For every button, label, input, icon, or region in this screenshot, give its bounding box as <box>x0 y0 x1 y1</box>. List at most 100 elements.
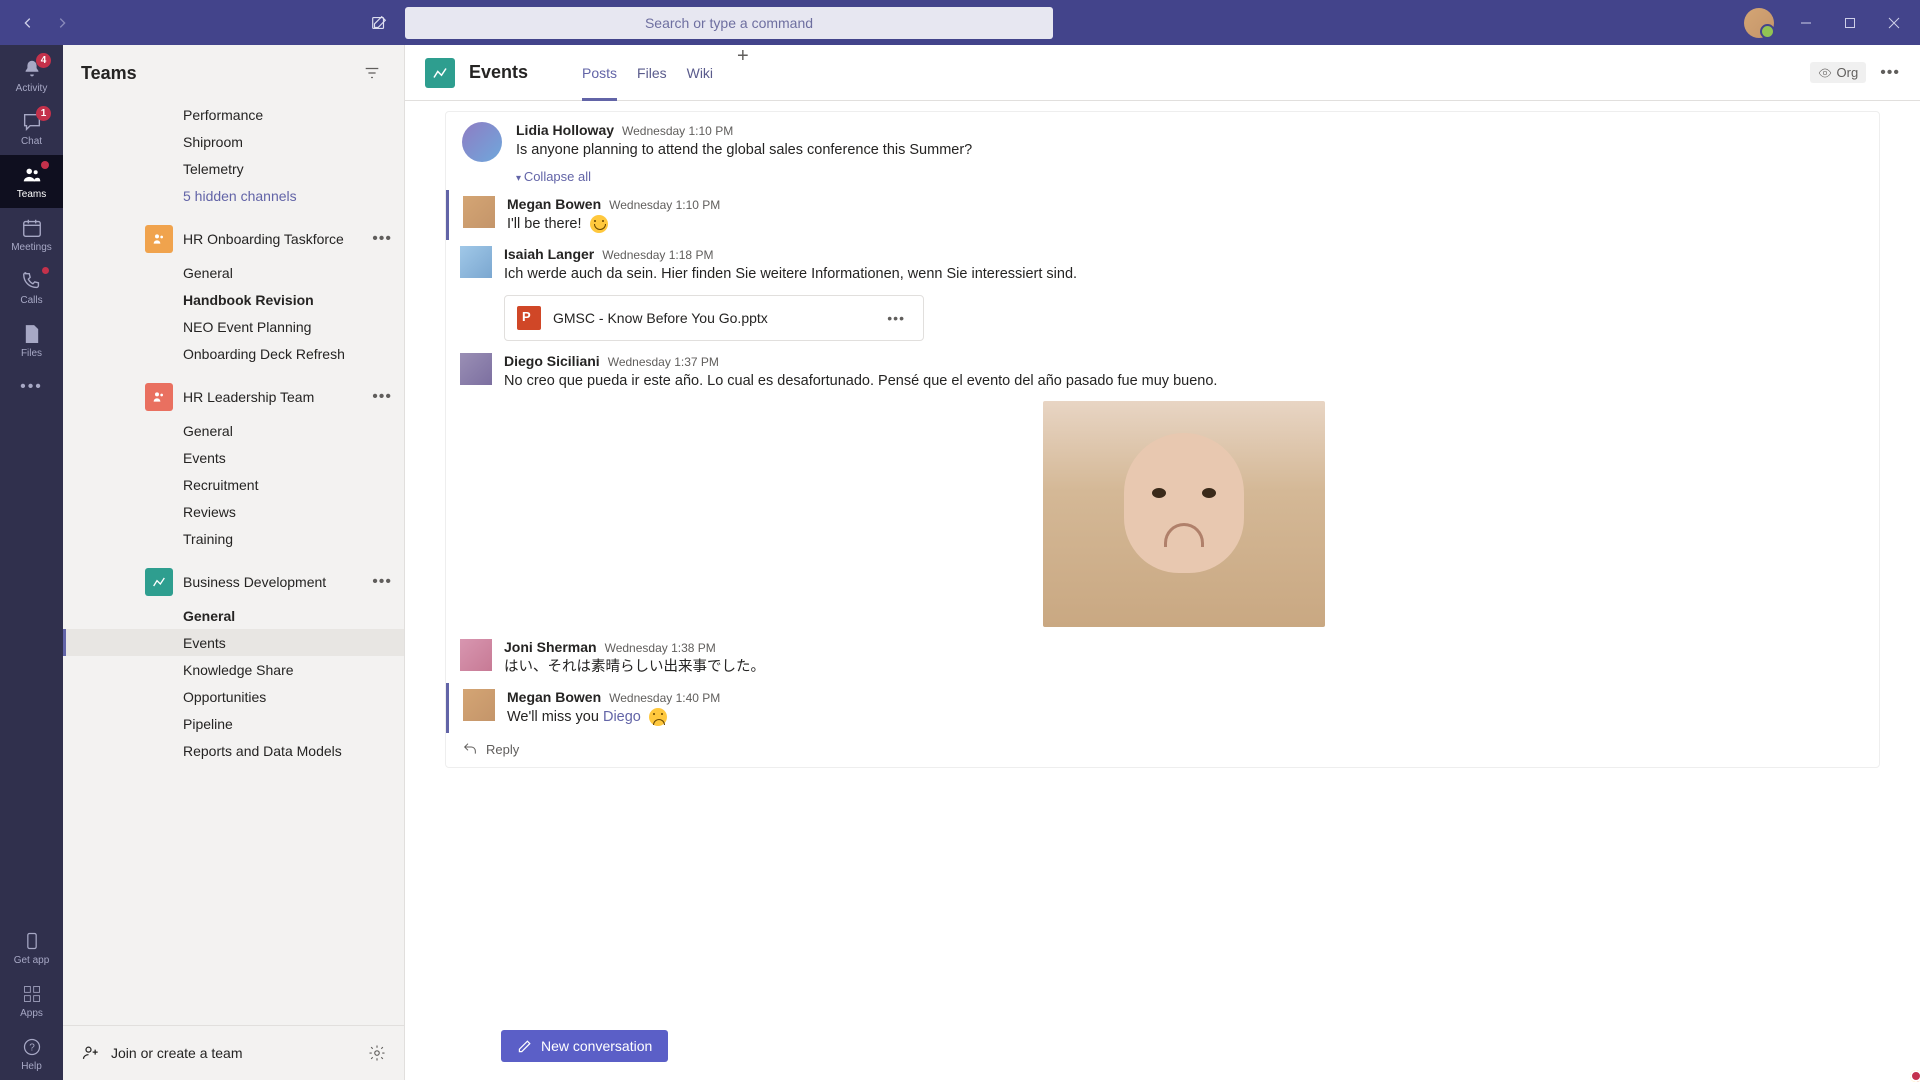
rail-meetings[interactable]: Meetings <box>0 208 63 261</box>
channel-item[interactable]: Recruitment <box>63 471 404 498</box>
tab-wiki[interactable]: Wiki <box>687 45 713 101</box>
window-close-button[interactable] <box>1874 3 1914 43</box>
rail-help[interactable]: ? Help <box>0 1027 63 1080</box>
join-create-team-button[interactable]: Join or create a team <box>81 1043 243 1063</box>
rail-teams[interactable]: Teams <box>0 155 63 208</box>
channel-item[interactable]: Onboarding Deck Refresh <box>63 340 404 367</box>
file-icon <box>20 322 44 346</box>
message-author: Megan Bowen <box>507 196 601 212</box>
team-name: HR Leadership Team <box>183 389 372 405</box>
new-conversation-button[interactable]: New conversation <box>501 1030 668 1062</box>
reply-button[interactable]: Reply <box>446 733 1879 767</box>
rail-label: Calls <box>20 295 42 306</box>
reply-message[interactable]: Isaiah Langer Wednesday 1:18 PM Ich werd… <box>446 240 1879 346</box>
mention-link[interactable]: Diego <box>603 709 641 725</box>
search-input[interactable] <box>405 7 1053 39</box>
file-attachment[interactable]: GMSC - Know Before You Go.pptx ••• <box>504 295 924 341</box>
message-text: Is anyone planning to attend the global … <box>516 140 1863 160</box>
rail-label: Teams <box>17 189 46 200</box>
rail-label: Meetings <box>11 242 52 253</box>
team-more-button[interactable]: ••• <box>372 230 392 248</box>
channel-item[interactable]: General <box>63 417 404 444</box>
eye-icon <box>1818 66 1832 80</box>
channel-item[interactable]: Training <box>63 525 404 552</box>
message-timestamp: Wednesday 1:18 PM <box>602 248 713 262</box>
channel-item[interactable]: Events <box>63 444 404 471</box>
team-row[interactable]: HR Leadership Team ••• <box>63 377 404 417</box>
tab-files[interactable]: Files <box>637 45 667 101</box>
rail-label: Apps <box>20 1008 43 1019</box>
message-timestamp: Wednesday 1:10 PM <box>609 198 720 212</box>
ellipsis-icon: ••• <box>20 375 44 399</box>
compose-icon <box>517 1038 533 1054</box>
team-more-button[interactable]: ••• <box>372 388 392 406</box>
message-text: I'll be there! <box>507 214 1863 234</box>
hidden-channels-link[interactable]: 5 hidden channels <box>63 182 404 209</box>
reply-message[interactable]: Joni Sherman Wednesday 1:38 PM はい、それは素晴ら… <box>446 633 1879 683</box>
team-row[interactable]: Business Development ••• <box>63 562 404 602</box>
channel-item[interactable]: Opportunities <box>63 683 404 710</box>
message-thread: Lidia Holloway Wednesday 1:10 PM Is anyo… <box>445 111 1880 768</box>
message-timestamp: Wednesday 1:38 PM <box>605 641 716 655</box>
channel-item[interactable]: General <box>63 259 404 286</box>
sad-emoji-icon <box>649 708 667 726</box>
reply-label: Reply <box>486 742 519 757</box>
channel-item[interactable]: Reviews <box>63 498 404 525</box>
channel-item[interactable]: Knowledge Share <box>63 656 404 683</box>
titlebar <box>0 0 1920 45</box>
rail-label: Files <box>21 348 42 359</box>
window-maximize-button[interactable] <box>1830 3 1870 43</box>
channel-item[interactable]: Reports and Data Models <box>63 737 404 764</box>
mobile-icon <box>20 929 44 953</box>
rail-more[interactable]: ••• <box>0 367 63 407</box>
channel-item[interactable]: NEO Event Planning <box>63 313 404 340</box>
message-list[interactable]: Lidia Holloway Wednesday 1:10 PM Is anyo… <box>405 101 1920 1020</box>
rail-get-app[interactable]: Get app <box>0 921 63 974</box>
gif-attachment[interactable] <box>1043 401 1325 627</box>
team-more-button[interactable]: ••• <box>372 573 392 591</box>
window-minimize-button[interactable] <box>1786 3 1826 43</box>
tab-posts[interactable]: Posts <box>582 45 617 101</box>
rail-activity[interactable]: Activity 4 <box>0 49 63 102</box>
channel-item[interactable]: Shiproom <box>63 128 404 155</box>
team-name: HR Onboarding Taskforce <box>183 231 372 247</box>
channel-item[interactable]: Telemetry <box>63 155 404 182</box>
rail-files[interactable]: Files <box>0 314 63 367</box>
attachment-more-button[interactable]: ••• <box>881 310 911 326</box>
rail-calls[interactable]: Calls <box>0 261 63 314</box>
smile-emoji-icon <box>590 215 608 233</box>
add-tab-button[interactable]: + <box>733 45 753 101</box>
people-add-icon <box>81 1043 101 1063</box>
team-row[interactable]: HR Onboarding Taskforce ••• <box>63 219 404 259</box>
nav-forward-button[interactable] <box>48 9 76 37</box>
org-badge[interactable]: Org <box>1810 62 1867 83</box>
channel-item[interactable]: Pipeline <box>63 710 404 737</box>
channel-item-selected[interactable]: Events <box>63 629 404 656</box>
thread-root-message[interactable]: Lidia Holloway Wednesday 1:10 PM Is anyo… <box>446 112 1879 166</box>
message-text: Ich werde auch da sein. Hier finden Sie … <box>504 264 1863 284</box>
new-chat-button[interactable] <box>365 9 393 37</box>
phone-icon <box>20 269 44 293</box>
channel-item[interactable]: General <box>63 602 404 629</box>
message-text: はい、それは素晴らしい出来事でした。 <box>504 657 1863 677</box>
calls-badge-dot <box>42 267 49 274</box>
team-icon <box>145 568 173 596</box>
filter-button[interactable] <box>358 59 386 87</box>
message-author: Diego Siciliani <box>504 353 600 369</box>
rail-chat[interactable]: Chat 1 <box>0 102 63 155</box>
settings-button[interactable] <box>368 1044 386 1062</box>
channel-more-button[interactable]: ••• <box>1880 64 1900 82</box>
nav-back-button[interactable] <box>14 9 42 37</box>
channel-item[interactable]: Performance <box>63 101 404 128</box>
rail-apps[interactable]: Apps <box>0 974 63 1027</box>
message-avatar <box>463 196 495 228</box>
reply-message[interactable]: Megan Bowen Wednesday 1:10 PM I'll be th… <box>449 190 1879 240</box>
svg-text:?: ? <box>29 1042 35 1053</box>
reply-message[interactable]: Diego Siciliani Wednesday 1:37 PM No cre… <box>446 347 1879 633</box>
message-author: Joni Sherman <box>504 639 597 655</box>
reply-message[interactable]: Megan Bowen Wednesday 1:40 PM We'll miss… <box>449 683 1879 733</box>
message-author: Megan Bowen <box>507 689 601 705</box>
collapse-all-link[interactable]: Collapse all <box>516 169 591 184</box>
user-avatar[interactable] <box>1744 8 1774 38</box>
channel-item[interactable]: Handbook Revision <box>63 286 404 313</box>
